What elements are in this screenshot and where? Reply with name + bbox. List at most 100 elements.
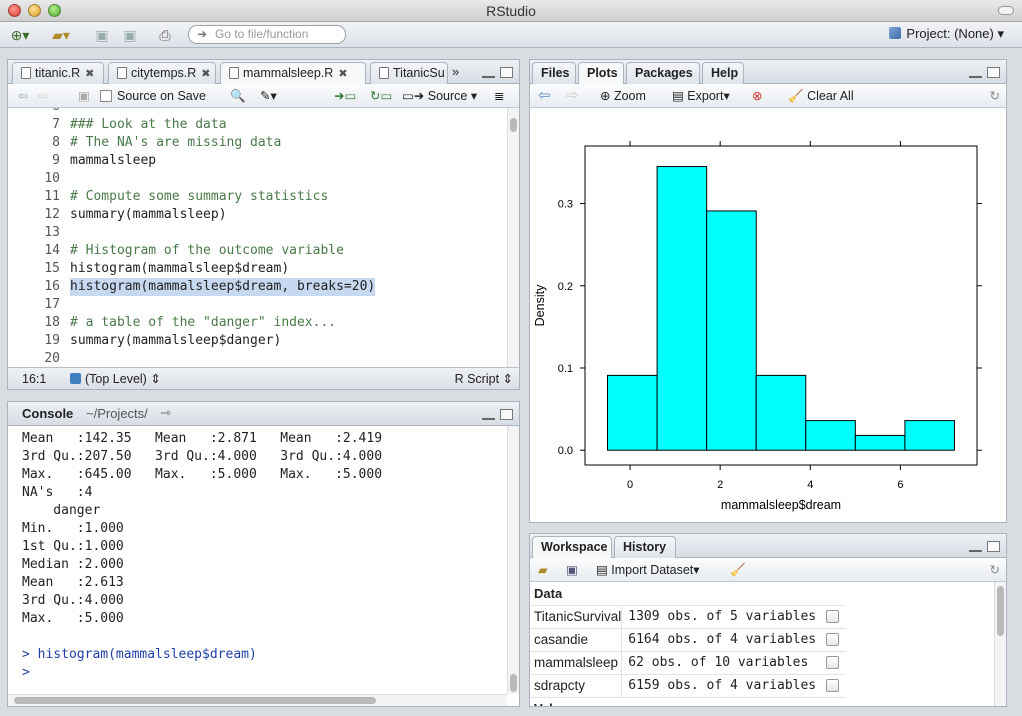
code-line[interactable]: 16 histogram(mammalsleep$dream, breaks=20… [8,278,507,296]
tab-workspace[interactable]: Workspace [532,536,612,559]
import-dataset-button[interactable]: ▤ Import Dataset▾ [596,562,700,578]
scroll-thumb[interactable] [14,697,376,704]
scroll-thumb[interactable] [510,118,517,132]
table-icon[interactable] [826,656,840,669]
code-line[interactable]: 7 ### Look at the data [8,116,507,134]
search-icon[interactable]: 🔍 [230,88,246,104]
tab-titanicsu[interactable]: TitanicSu [370,62,448,84]
tab-plots[interactable]: Plots [578,62,624,85]
table-row[interactable]: sdrapcty 6159 obs. of 4 variables [530,674,847,698]
goto-file-input[interactable]: ➜ Go to file/function [188,25,346,44]
load-workspace-icon[interactable]: ▰ [538,562,548,578]
tab-mammalsleep[interactable]: mammalsleep.R ✖ [220,62,366,85]
save-icon[interactable]: ▣ [78,88,90,104]
table-row[interactable]: mammalsleep 62 obs. of 10 variables [530,651,847,675]
code-line[interactable]: 15 histogram(mammalsleep$dream) [8,260,507,278]
outline-icon[interactable]: ≣ [494,88,504,104]
table-icon[interactable] [826,633,840,646]
minimize-pane-button[interactable] [482,413,495,420]
code-line[interactable]: 17 [8,296,507,314]
run-line-icon[interactable]: ➜▭ [334,88,356,104]
r-file-icon [117,67,127,79]
save-icon[interactable]: ▣ [92,26,112,44]
line-number: 10 [44,171,60,186]
maximize-pane-button[interactable] [500,409,513,420]
tab-citytemps[interactable]: citytemps.R ✖ [108,62,216,84]
maximize-pane-button[interactable] [987,67,1000,78]
plots-tabs: Files Plots Packages Help [530,60,1006,85]
scope-menu[interactable]: (Top Level) ⇕ [70,371,161,387]
plots-pane: Files Plots Packages Help ⇦ ⇨ ⊕ Zoom ▤ E… [529,59,1007,523]
forward-icon[interactable]: ⇨ [38,88,48,104]
refresh-icon[interactable]: ↻ [990,88,1000,104]
tab-packages[interactable]: Packages [626,62,700,84]
rerun-icon[interactable]: ↻▭ [370,88,392,104]
table-row[interactable]: TitanicSurvival 1309 obs. of 5 variables [530,605,847,629]
code-line[interactable]: 13 [8,224,507,242]
zoom-button[interactable]: ⊕ Zoom [600,88,646,104]
source-button[interactable]: ▭➜ Source ▾ [402,88,477,104]
code-line[interactable]: 8 # The NA's are missing data [8,134,507,152]
code-line[interactable]: 14 # Histogram of the outcome variable [8,242,507,260]
line-number: 14 [44,243,60,258]
plots-toolbar: ⇦ ⇨ ⊕ Zoom ▤ Export▾ ⊗ 🧹 Clear All ↻ [530,84,1006,108]
workspace-scrollbar[interactable] [994,582,1006,706]
close-icon[interactable]: ✖ [338,68,347,80]
table-icon[interactable] [826,610,840,623]
console-output[interactable]: Mean :142.35 Mean :2.871 Mean :2.419 3rd … [8,426,507,694]
minimize-pane-button[interactable] [969,71,982,78]
more-tabs-icon[interactable]: » [452,64,459,79]
line-text: summary(mammalsleep) [70,207,227,222]
code-editor[interactable]: 67 ### Look at the data 8 # The NA's are mi… [8,108,507,367]
save-all-icon[interactable]: ▣ [120,26,140,44]
tab-help[interactable]: Help [702,62,744,84]
table-row[interactable]: casandie 6164 obs. of 4 variables [530,628,847,652]
code-line[interactable]: 19 summary(mammalsleep$danger) [8,332,507,350]
code-line[interactable]: 6 [8,108,507,116]
clear-all-button[interactable]: 🧹 Clear All [788,88,854,104]
console-scrollbar[interactable] [507,426,519,694]
editor-scrollbar[interactable] [507,108,519,367]
maximize-pane-button[interactable] [500,67,513,78]
new-file-icon[interactable]: ⊕▾ [6,26,34,44]
export-button[interactable]: ▤ Export▾ [672,88,730,104]
go-to-directory-icon[interactable]: ⇾ [160,405,171,421]
console-hscrollbar[interactable] [8,694,507,706]
code-line[interactable]: 10 [8,170,507,188]
table-icon[interactable] [826,679,840,692]
next-plot-icon[interactable]: ⇨ [566,88,579,104]
filetype-menu[interactable]: R Script ⇕ [455,371,513,387]
back-icon[interactable]: ⇦ [18,88,28,104]
line-text: histogram(mammalsleep$dream) [70,261,290,276]
code-line[interactable]: 20 [8,350,507,367]
refresh-icon[interactable]: ↻ [990,562,1000,578]
close-icon[interactable]: ✖ [201,68,210,80]
code-line[interactable]: 12 summary(mammalsleep) [8,206,507,224]
remove-plot-icon[interactable]: ⊗ [752,88,762,104]
minimize-pane-button[interactable] [969,545,982,552]
save-workspace-icon[interactable]: ▣ [566,562,578,578]
close-icon[interactable]: ✖ [85,68,94,80]
tab-history[interactable]: History [614,536,676,558]
tab-files[interactable]: Files [532,62,576,84]
maximize-pane-button[interactable] [987,541,1000,552]
code-line[interactable]: 18 # a table of the "danger" index... [8,314,507,332]
table-icon [379,67,389,79]
checkbox[interactable] [100,90,112,102]
var-value: 6164 obs. of 4 variables [621,628,817,652]
code-line[interactable]: 9 mammalsleep [8,152,507,170]
toolbar-toggle-button[interactable] [998,6,1014,15]
code-line[interactable]: 11 # Compute some summary statistics [8,188,507,206]
project-menu[interactable]: Project: (None) ▾ [889,26,1004,42]
open-folder-icon[interactable]: ▰▾ [44,26,78,44]
console-path: ~/Projects/ [86,406,148,421]
wand-icon[interactable]: ✎▾ [260,88,277,104]
scroll-thumb[interactable] [510,674,517,692]
scroll-thumb[interactable] [997,586,1004,636]
print-icon[interactable]: ⎙ [154,26,176,44]
broom-icon[interactable]: 🧹 [730,562,746,578]
minimize-pane-button[interactable] [482,71,495,78]
source-on-save-toggle[interactable]: Source on Save [100,88,206,104]
previous-plot-icon[interactable]: ⇦ [538,88,551,104]
tab-titanic[interactable]: titanic.R ✖ [12,62,104,84]
